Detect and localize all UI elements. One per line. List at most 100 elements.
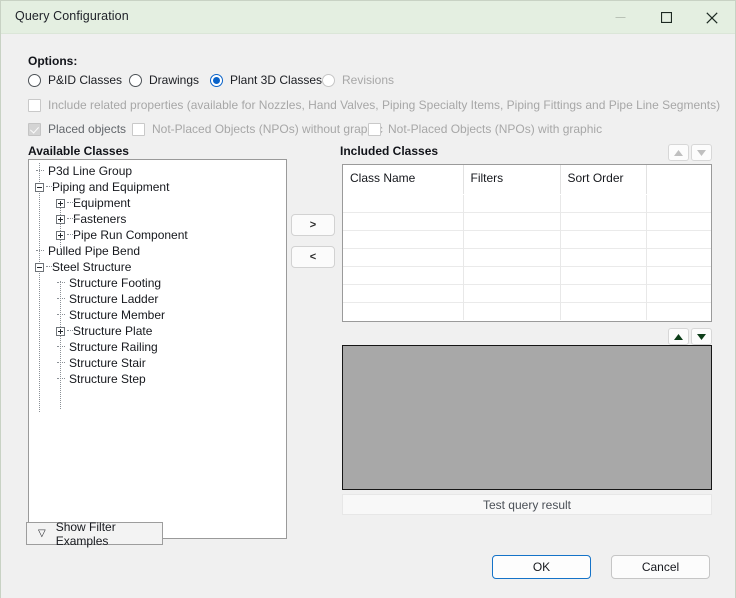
column-header-filters[interactable]: Filters: [463, 165, 561, 195]
table-row[interactable]: [343, 247, 711, 266]
expand-toggle-icon[interactable]: [56, 214, 65, 224]
table-row[interactable]: [343, 211, 711, 230]
table-cell: [463, 265, 561, 284]
radio-pid-classes[interactable]: P&ID Classes: [28, 73, 122, 87]
checkbox-indicator: [368, 122, 381, 136]
tree-item-label: Structure Member: [69, 308, 166, 322]
tree-item-label: Pipe Run Component: [73, 228, 188, 242]
title-bar: Query Configuration: [1, 1, 735, 34]
tree-item-structure-footing[interactable]: Structure Footing: [29, 275, 286, 291]
move-down-button[interactable]: [691, 328, 712, 345]
radio-label: P&ID Classes: [48, 73, 123, 87]
checkbox-placed-objects[interactable]: Placed objects: [28, 122, 126, 136]
available-classes-tree[interactable]: P3d Line Group Piping and Equipment Equi…: [29, 163, 286, 412]
table-cell: [343, 211, 464, 230]
table-body: [343, 193, 711, 320]
tree-item-label: Fasteners: [73, 212, 127, 226]
table-row[interactable]: [343, 265, 711, 284]
sort-down-button[interactable]: [691, 144, 712, 161]
table-row[interactable]: [343, 229, 711, 248]
tree-item-structure-stair[interactable]: Structure Stair: [29, 355, 286, 371]
radio-label: Plant 3D Classes: [230, 73, 323, 87]
table-cell: [463, 247, 561, 266]
table-cell: [463, 229, 561, 248]
available-classes-panel[interactable]: P3d Line Group Piping and Equipment Equi…: [28, 159, 287, 539]
remove-class-button[interactable]: <: [291, 246, 335, 268]
radio-revisions[interactable]: Revisions: [322, 73, 394, 87]
window-title: Query Configuration: [15, 9, 129, 23]
table-cell: [646, 247, 711, 266]
tree-item-pulled-pipe-bend[interactable]: Pulled Pipe Bend: [29, 243, 286, 259]
chevron-double-down-icon: ▽: [38, 527, 46, 539]
tree-connector: [56, 307, 67, 323]
tree-connector: [56, 339, 67, 355]
tree-item-label: P3d Line Group: [48, 164, 133, 178]
maximize-button[interactable]: [643, 1, 689, 34]
column-header-sort-order[interactable]: Sort Order: [560, 165, 647, 195]
tree-item-structure-step[interactable]: Structure Step: [29, 371, 286, 387]
tree-item-structure-railing[interactable]: Structure Railing: [29, 339, 286, 355]
options-label: Options:: [28, 54, 78, 68]
table-cell: [646, 301, 711, 320]
move-up-button[interactable]: [668, 328, 689, 345]
tree-item-steel-structure[interactable]: Steel Structure: [29, 259, 286, 275]
table-cell: [646, 265, 711, 284]
sort-up-button[interactable]: [668, 144, 689, 161]
tree-item-pipe-run-component[interactable]: Pipe Run Component: [29, 227, 286, 243]
table-cell: [646, 283, 711, 302]
radio-label: Revisions: [342, 73, 395, 87]
expand-toggle-icon[interactable]: [56, 326, 65, 336]
radio-drawings[interactable]: Drawings: [129, 73, 199, 87]
table-cell: [646, 211, 711, 230]
table-cell: [343, 301, 464, 320]
table-cell: [343, 247, 464, 266]
radio-label: Drawings: [149, 73, 200, 87]
table-row[interactable]: [343, 283, 711, 302]
tree-connector: [56, 371, 67, 387]
tree-connector: [66, 227, 75, 243]
query-result-preview: [342, 345, 712, 490]
tree-connector: [35, 163, 46, 179]
close-button[interactable]: [689, 1, 735, 34]
window-controls: [597, 1, 735, 34]
column-header-extra[interactable]: [646, 165, 711, 195]
collapse-toggle-icon[interactable]: [35, 262, 44, 272]
tree-item-structure-member[interactable]: Structure Member: [29, 307, 286, 323]
expand-toggle-icon[interactable]: [56, 198, 65, 208]
tree-item-structure-ladder[interactable]: Structure Ladder: [29, 291, 286, 307]
tree-item-label: Structure Stair: [69, 356, 146, 370]
tree-connector: [56, 291, 67, 307]
tree-item-equipment[interactable]: Equipment: [29, 195, 286, 211]
tree-item-p3d-line-group[interactable]: P3d Line Group: [29, 163, 286, 179]
tree-item-piping-and-equipment[interactable]: Piping and Equipment: [29, 179, 286, 195]
tree-connector: [66, 211, 75, 227]
table-cell: [463, 301, 561, 320]
radio-indicator: [28, 73, 41, 87]
checkbox-npos-without-graphic[interactable]: Not-Placed Objects (NPOs) without graphi…: [132, 122, 383, 136]
test-query-result-button[interactable]: Test query result: [342, 494, 712, 515]
radio-plant-3d-classes[interactable]: Plant 3D Classes: [210, 73, 322, 87]
minimize-button[interactable]: [597, 1, 643, 34]
tree-item-structure-plate[interactable]: Structure Plate: [29, 323, 286, 339]
show-filter-examples-button[interactable]: ▽ Show Filter Examples: [26, 520, 163, 548]
table-row[interactable]: [343, 193, 711, 212]
checkbox-npos-with-graphic[interactable]: Not-Placed Objects (NPOs) with graphic: [368, 122, 602, 136]
add-class-button[interactable]: >: [291, 214, 335, 236]
tree-item-label: Pulled Pipe Bend: [48, 244, 141, 258]
tree-item-label: Structure Footing: [69, 276, 162, 290]
table-header-row: Class Name Filters Sort Order: [343, 165, 711, 195]
radio-indicator: [210, 73, 223, 87]
tree-item-fasteners[interactable]: Fasteners: [29, 211, 286, 227]
cancel-button[interactable]: Cancel: [611, 555, 710, 579]
column-header-class-name[interactable]: Class Name: [343, 165, 464, 195]
checkbox-label: Not-Placed Objects (NPOs) without graphi…: [152, 122, 383, 136]
collapse-toggle-icon[interactable]: [35, 182, 44, 192]
table-cell: [560, 193, 647, 212]
included-classes-table-panel[interactable]: Class Name Filters Sort Order: [342, 164, 712, 322]
table-row[interactable]: [343, 301, 711, 320]
expand-toggle-icon[interactable]: [56, 230, 65, 240]
tree-item-label: Steel Structure: [52, 260, 132, 274]
ok-button[interactable]: OK: [492, 555, 591, 579]
radio-indicator: [129, 73, 142, 87]
checkbox-include-related-properties[interactable]: Include related properties (available fo…: [28, 98, 720, 112]
